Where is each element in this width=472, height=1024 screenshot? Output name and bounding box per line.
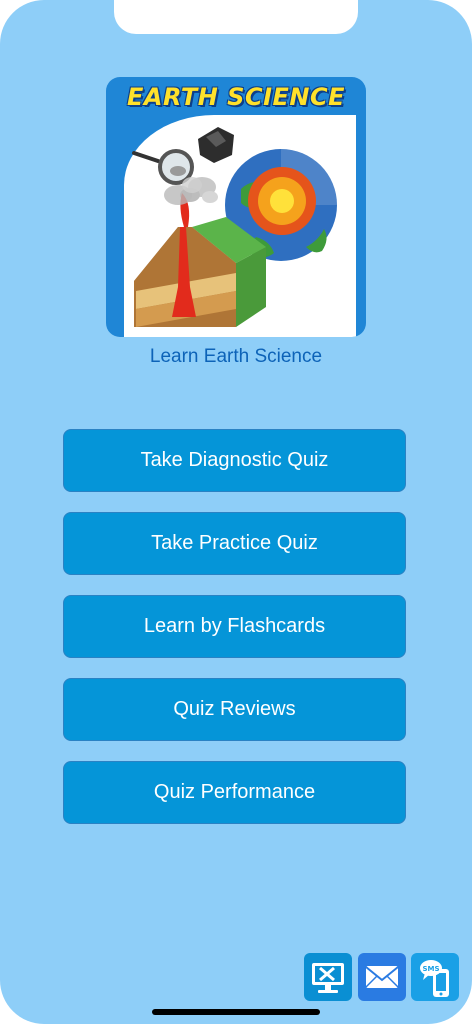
app-screen: EARTH SCIENCE Learn Earth Science Take D… [0,0,472,1024]
mail-icon[interactable] [358,953,406,1001]
take-diagnostic-quiz-button[interactable]: Take Diagnostic Quiz [63,429,406,492]
app-logo: EARTH SCIENCE [106,77,366,337]
quiz-reviews-button[interactable]: Quiz Reviews [63,678,406,741]
mineral-icon [198,127,234,163]
learn-by-flashcards-button[interactable]: Learn by Flashcards [63,595,406,658]
magnifying-glass-icon [132,149,194,185]
device-notch [114,0,358,34]
app-subtitle: Learn Earth Science [149,346,323,367]
tools-monitor-icon[interactable] [304,953,352,1001]
earth-science-illustration [132,127,337,327]
sms-label: SMS [422,965,439,973]
quiz-performance-button[interactable]: Quiz Performance [63,761,406,824]
take-practice-quiz-button[interactable]: Take Practice Quiz [63,512,406,575]
logo-title: EARTH SCIENCE [127,83,345,111]
sms-phone-icon[interactable]: SMS [411,953,459,1001]
home-indicator[interactable] [152,1009,320,1015]
